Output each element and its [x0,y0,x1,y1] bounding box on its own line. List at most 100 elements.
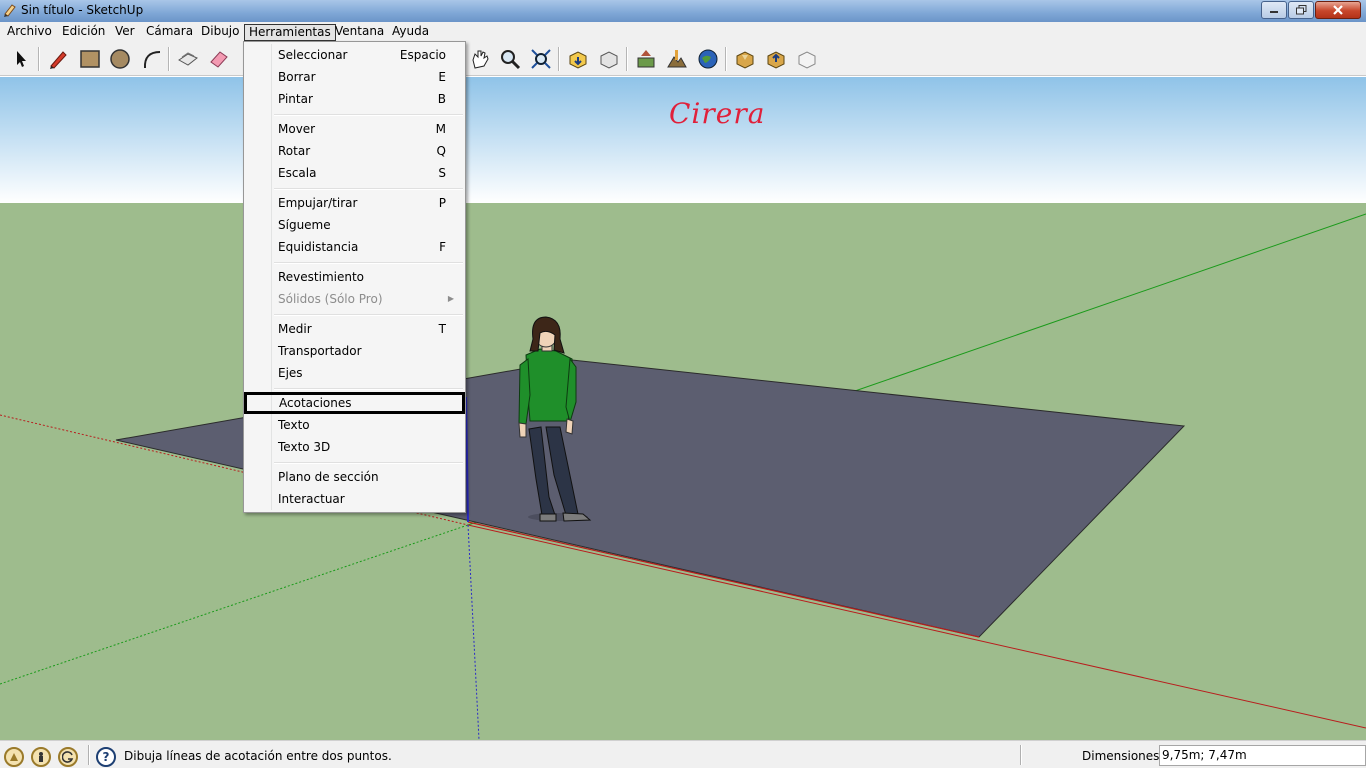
menu-item-label: Equidistancia [278,240,359,254]
arc-icon [143,51,161,69]
menu-item-empujar-tirar[interactable]: Empujar/tirar P [246,192,463,214]
menu-item-mover[interactable]: Mover M [246,118,463,140]
restore-button[interactable] [1288,1,1314,19]
toolbar [0,42,1366,76]
menu-item-escala[interactable]: Escala S [246,162,463,184]
menu-item-texto-3d[interactable]: Texto 3D [246,436,463,458]
get-models-icon [569,51,587,69]
status-divider [1020,745,1022,765]
dimensions-value-box[interactable]: 9,75m; 7,47m [1159,745,1366,766]
credits-icon[interactable] [31,747,51,767]
menu-item-label: Texto 3D [278,440,331,454]
window-title: Sin título - SketchUp [21,3,144,17]
get-models-2-button[interactable] [733,47,757,71]
toolbar-separator [626,47,628,71]
google-earth-icon [698,49,718,69]
menu-item-revestimiento[interactable]: Revestimiento [246,266,463,288]
sketchup-app-icon [4,4,16,17]
menu-item-label: Sígueme [278,218,331,232]
menu-item-label: Rotar [278,144,311,158]
menu-item-medir[interactable]: Medir T [246,318,463,340]
menu-item-rotar[interactable]: Rotar Q [246,140,463,162]
geo-location-icon[interactable] [4,747,24,767]
menu-ventana[interactable]: Ventana [331,24,388,41]
select-tool-button[interactable] [9,47,33,71]
menu-edicion[interactable]: Edición [58,24,109,41]
menu-archivo[interactable]: Archivo [3,24,56,41]
menu-item-label: Escala [278,166,317,180]
add-location-icon [637,50,655,68]
menu-item-equidistancia[interactable]: Equidistancia F [246,236,463,258]
menu-item-label: Mover [278,122,316,136]
menu-item-shortcut: E [438,70,446,84]
menu-separator [274,462,463,464]
menu-separator [274,314,463,316]
pan-tool-button[interactable] [468,47,492,71]
drawing-viewport[interactable]: Cirera [0,77,1366,740]
menu-item-solidos[interactable]: Sólidos (Sólo Pro) ▶ [246,288,463,310]
menu-item-shortcut: S [438,166,446,180]
arc-tool-button[interactable] [140,47,164,71]
toggle-terrain-icon [667,50,687,68]
close-button[interactable] [1315,1,1361,19]
rectangle-icon [80,50,100,68]
dimensions-label: Dimensiones [1082,749,1160,763]
menu-item-sigueme[interactable]: Sígueme [246,214,463,236]
google-earth-button[interactable] [696,47,720,71]
close-icon [1333,5,1343,15]
menu-item-texto[interactable]: Texto [246,414,463,436]
add-location-button[interactable] [634,47,658,71]
pencil-tool-button[interactable] [46,47,70,71]
menu-item-acotaciones[interactable]: Acotaciones [244,392,465,414]
menu-item-interactuar[interactable]: Interactuar [246,488,463,510]
circle-tool-button[interactable] [108,47,132,71]
status-bar: ? Dibuja líneas de acotación entre dos p… [0,740,1366,768]
make-component-button[interactable] [176,47,200,71]
status-message: Dibuja líneas de acotación entre dos pun… [124,749,392,763]
eraser-tool-button[interactable] [207,47,231,71]
share-model-icon [600,51,618,69]
menu-item-shortcut: Q [436,144,446,158]
zoom-extents-button[interactable] [529,47,553,71]
title-bar: Sin título - SketchUp [0,0,1366,22]
menu-separator [274,388,463,390]
menu-item-plano-de-seccion[interactable]: Plano de sección [246,466,463,488]
menu-item-label: Sólidos (Sólo Pro) [278,292,383,306]
pencil-icon [50,51,67,69]
toolbar-separator [558,47,560,71]
menu-item-label: Acotaciones [279,396,352,410]
rectangle-tool-button[interactable] [78,47,102,71]
menu-item-label: Empujar/tirar [278,196,358,210]
menu-item-transportador[interactable]: Transportador [246,340,463,362]
menu-separator [274,188,463,190]
menu-ver[interactable]: Ver [111,24,139,41]
geo-location-glyph [10,753,18,761]
menu-item-pintar[interactable]: Pintar B [246,88,463,110]
toggle-terrain-button[interactable] [665,47,689,71]
person-glyph [39,752,43,762]
menu-dibujo[interactable]: Dibujo [197,24,243,41]
menu-item-ejes[interactable]: Ejes [246,362,463,384]
menu-item-label: Revestimiento [278,270,365,284]
menu-camara[interactable]: Cámara [142,24,197,41]
minimize-icon [1270,11,1278,13]
help-icon[interactable]: ? [96,747,116,767]
menu-item-seleccionar[interactable]: Seleccionar Espacio [246,44,463,66]
menu-item-borrar[interactable]: Borrar E [246,66,463,88]
eraser-icon [210,51,228,68]
preview-button[interactable] [795,47,819,71]
minimize-button[interactable] [1261,1,1287,19]
menu-herramientas[interactable]: Herramientas [244,24,336,41]
zoom-extents-icon [531,49,551,69]
select-icon [17,51,26,67]
menu-item-label: Texto [278,418,310,432]
menu-ayuda[interactable]: Ayuda [388,24,433,41]
circle-icon [110,49,130,69]
sign-in-icon[interactable] [58,747,78,767]
share-model-button[interactable] [597,47,621,71]
menu-bar: Archivo Edición Ver Cámara Dibujo Herram… [0,22,1366,42]
menu-separator [274,114,463,116]
get-models-button[interactable] [566,47,590,71]
share-component-button[interactable] [764,47,788,71]
zoom-tool-button[interactable] [498,47,522,71]
